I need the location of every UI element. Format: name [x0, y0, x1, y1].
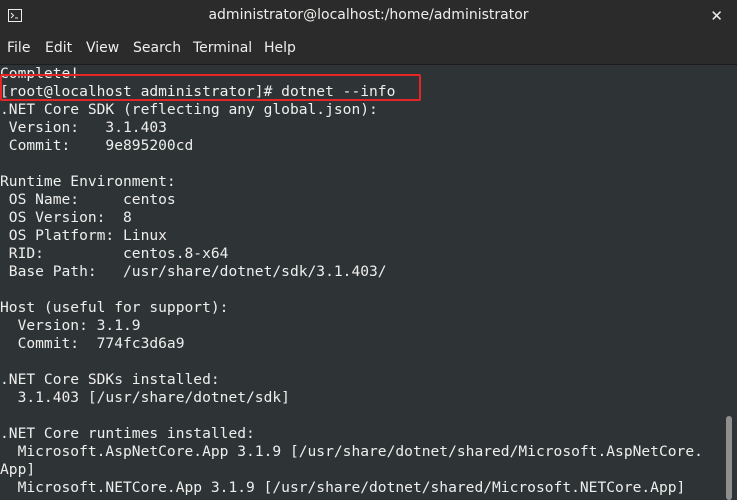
terminal-line: OS Platform: Linux [0, 227, 167, 244]
terminal-line: Host (useful for support): [0, 299, 229, 316]
terminal-line: Base Path: /usr/share/dotnet/sdk/3.1.403… [0, 263, 387, 280]
window-title: administrator@localhost:/home/administra… [208, 7, 529, 23]
terminal-line: Version: 3.1.403 [0, 119, 167, 136]
terminal-line: OS Name: centos [0, 191, 176, 208]
terminal-line: RID: centos.8-x64 [0, 245, 229, 262]
menu-help[interactable]: Help [264, 40, 296, 56]
terminal-line: 3.1.403 [/usr/share/dotnet/sdk] [0, 389, 290, 406]
terminal-line: .NET Core SDK (reflecting any global.jso… [0, 101, 378, 118]
menu-view[interactable]: View [86, 40, 119, 56]
title-bar[interactable]: administrator@localhost:/home/administra… [0, 0, 737, 33]
terminal-window: administrator@localhost:/home/administra… [0, 0, 737, 500]
menu-bar: File Edit View Search Terminal Help [0, 33, 737, 65]
terminal-line: Version: 3.1.9 [0, 317, 141, 334]
scrollbar-thumb[interactable] [726, 416, 732, 500]
terminal-output[interactable]: Complete! [root@localhost administrator]… [0, 65, 720, 500]
terminal-line: Runtime Environment: [0, 173, 176, 190]
menu-edit[interactable]: Edit [45, 40, 72, 56]
scrollbar[interactable] [720, 65, 737, 500]
terminal-line: App] [0, 461, 36, 478]
terminal-line: Commit: 9e895200cd [0, 137, 194, 154]
terminal-line: Commit: 774fc3d6a9 [0, 335, 185, 352]
terminal-line: .NET Core runtimes installed: [0, 425, 255, 442]
terminal-line: OS Version: 8 [0, 209, 132, 226]
terminal-line: Microsoft.AspNetCore.App 3.1.9 [/usr/sha… [0, 443, 703, 460]
terminal-line: Microsoft.NETCore.App 3.1.9 [/usr/share/… [0, 479, 686, 496]
close-icon[interactable]: ✕ [710, 7, 723, 25]
menu-file[interactable]: File [7, 40, 30, 56]
menu-search[interactable]: Search [133, 40, 181, 56]
menu-terminal[interactable]: Terminal [193, 40, 252, 56]
terminal-line: .NET Core SDKs installed: [0, 371, 220, 388]
command-highlight-box [0, 74, 421, 101]
